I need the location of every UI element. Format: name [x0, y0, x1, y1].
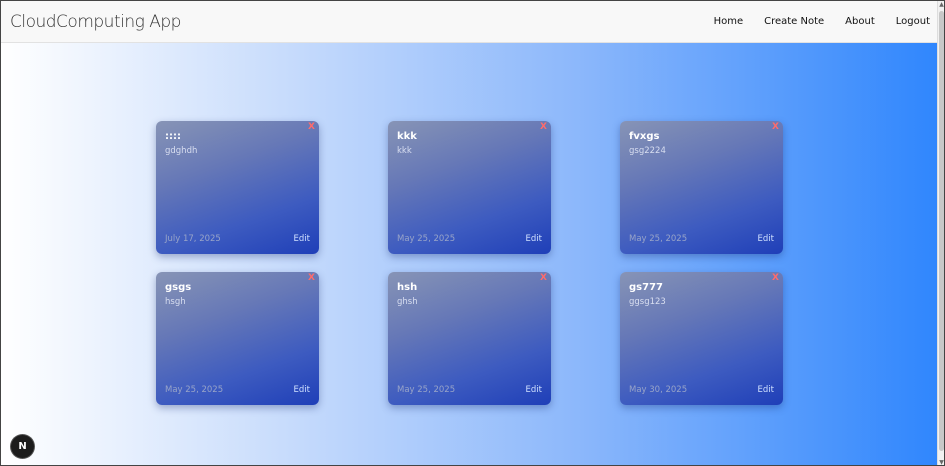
note-body: kkk [397, 146, 412, 156]
note-title: gsgs [165, 282, 192, 293]
note-card: X kkk kkk May 25, 2025 Edit [388, 121, 551, 254]
delete-note-button[interactable]: X [772, 122, 779, 132]
note-body: ghsh [397, 297, 418, 307]
note-title: gs777 [629, 282, 663, 293]
navbar: CloudComputing App Home Create Note Abou… [1, 1, 939, 43]
edit-note-button[interactable]: Edit [758, 385, 774, 395]
nav-link-home[interactable]: Home [714, 16, 744, 27]
note-date: May 25, 2025 [629, 234, 688, 244]
delete-note-button[interactable]: X [308, 273, 315, 283]
edit-note-button[interactable]: Edit [526, 385, 542, 395]
scroll-up-arrow-icon[interactable]: ▲ [938, 1, 944, 9]
notes-page: X :::: gdghdh July 17, 2025 Edit X kkk k… [1, 43, 939, 465]
app-window: CloudComputing App Home Create Note Abou… [0, 0, 945, 466]
nav-link-create-note[interactable]: Create Note [764, 16, 824, 27]
note-date: May 25, 2025 [397, 385, 456, 395]
note-title: hsh [397, 282, 418, 293]
note-body: ggsg123 [629, 297, 666, 307]
notes-grid: X :::: gdghdh July 17, 2025 Edit X kkk k… [156, 121, 783, 405]
note-date: July 17, 2025 [165, 234, 221, 244]
note-card: X gs777 ggsg123 May 30, 2025 Edit [620, 272, 783, 405]
nav-link-about[interactable]: About [845, 16, 875, 27]
delete-note-button[interactable]: X [772, 273, 779, 283]
note-title: kkk [397, 131, 417, 142]
note-body: hsgh [165, 297, 186, 307]
note-body: gdghdh [165, 146, 198, 156]
delete-note-button[interactable]: X [540, 122, 547, 132]
vertical-scrollbar[interactable]: ▲ ▼ [937, 1, 944, 465]
note-date: May 25, 2025 [165, 385, 224, 395]
note-date: May 30, 2025 [629, 385, 688, 395]
delete-note-button[interactable]: X [308, 122, 315, 132]
scroll-down-arrow-icon[interactable]: ▼ [938, 459, 944, 465]
edit-note-button[interactable]: Edit [758, 234, 774, 244]
note-card: X :::: gdghdh July 17, 2025 Edit [156, 121, 319, 254]
note-card: X hsh ghsh May 25, 2025 Edit [388, 272, 551, 405]
dev-badge-label: N [18, 441, 27, 452]
edit-note-button[interactable]: Edit [294, 234, 310, 244]
brand-logo[interactable]: CloudComputing App [10, 12, 181, 32]
note-title: fvxgs [629, 131, 660, 142]
edit-note-button[interactable]: Edit [526, 234, 542, 244]
nav-links: Home Create Note About Logout [693, 16, 930, 27]
nav-link-logout[interactable]: Logout [896, 16, 930, 27]
note-date: May 25, 2025 [397, 234, 456, 244]
note-body: gsg2224 [629, 146, 666, 156]
note-card: X gsgs hsgh May 25, 2025 Edit [156, 272, 319, 405]
scroll-thumb[interactable] [939, 11, 944, 451]
note-title: :::: [165, 131, 181, 142]
note-card: X fvxgs gsg2224 May 25, 2025 Edit [620, 121, 783, 254]
nextjs-dev-indicator-icon[interactable]: N [11, 435, 34, 458]
delete-note-button[interactable]: X [540, 273, 547, 283]
edit-note-button[interactable]: Edit [294, 385, 310, 395]
